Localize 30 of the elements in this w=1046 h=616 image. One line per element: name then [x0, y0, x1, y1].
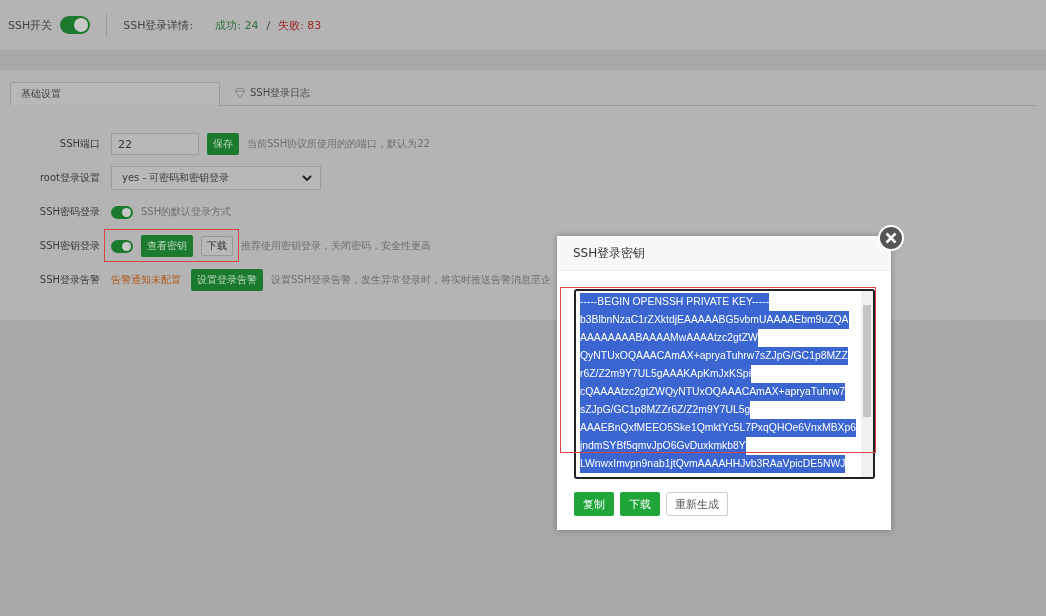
diamond-icon	[234, 87, 246, 98]
field-label: SSH密钥登录	[38, 239, 100, 253]
details-label: SSH登录详情:	[123, 17, 194, 33]
dialog-title: SSH登录密钥	[557, 236, 891, 271]
view-key-button[interactable]: 查看密钥	[141, 235, 193, 257]
chevron-down-icon	[302, 175, 312, 181]
field-label: SSH端口	[58, 137, 100, 151]
key-textarea[interactable]	[574, 289, 875, 479]
copy-button[interactable]: 复制	[574, 492, 614, 516]
field-label: SSH密码登录	[38, 205, 100, 219]
tab[interactable]: SSH登录日志	[220, 79, 325, 106]
ssh-toggle[interactable]	[60, 16, 91, 34]
save-button[interactable]: 保存	[207, 133, 239, 155]
alert-status: 告警通知未配置	[111, 273, 181, 287]
download-button[interactable]: 下载	[201, 236, 233, 256]
field-label: root登录设置	[38, 171, 100, 185]
field-label: SSH登录告警	[38, 273, 100, 287]
success-count: 成功: 24	[215, 17, 259, 33]
regenerate-button[interactable]: 重新生成	[666, 492, 728, 516]
toggle-switch[interactable]	[111, 205, 133, 219]
separator-text: /	[266, 18, 271, 32]
toggle-switch[interactable]	[111, 239, 133, 253]
tab[interactable]: 基础设置	[10, 82, 220, 106]
failure-count: 失败: 83	[278, 17, 322, 33]
port-input[interactable]: 22	[111, 133, 199, 155]
root-login-select[interactable]: yes - 可密码和密钥登录	[111, 166, 321, 190]
scrollbar[interactable]	[861, 291, 873, 477]
set-alert-button[interactable]: 设置登录告警	[191, 269, 263, 291]
download-button[interactable]: 下载	[620, 492, 660, 516]
switch-label: SSH开关	[8, 17, 53, 33]
